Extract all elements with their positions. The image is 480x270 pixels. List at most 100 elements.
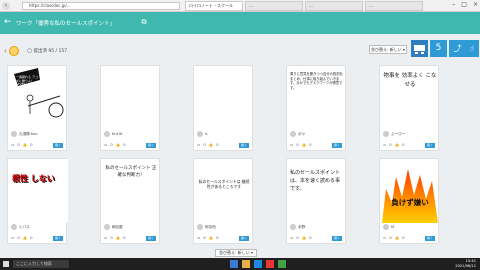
app-icon[interactable] — [278, 260, 286, 268]
comment-icon: ▭ — [383, 236, 387, 240]
author-name: M — [391, 225, 395, 229]
maximize-icon[interactable]: □ — [461, 1, 467, 8]
open-button[interactable]: 開く — [146, 236, 156, 241]
author-name: ボヤ — [298, 131, 306, 136]
comment-icon: ▭ — [290, 236, 294, 240]
class-chip[interactable]: ‹ — [4, 46, 19, 56]
comment-icon: ▭ — [290, 143, 294, 147]
close-icon[interactable]: × — [473, 1, 478, 8]
toolbar-count-button[interactable]: 5 — [430, 40, 447, 57]
author-avatar — [104, 131, 110, 137]
open-button[interactable]: 開く — [332, 236, 342, 241]
like-count: 0 — [309, 236, 312, 240]
like-count: 0 — [402, 143, 405, 147]
browser-tab[interactable]: … — [245, 1, 303, 11]
author-avatar — [11, 131, 17, 137]
like-count: 0 — [30, 236, 33, 240]
comment-icon: ▭ — [383, 143, 387, 147]
like-count: 0 — [309, 143, 312, 147]
taskbar-search-input[interactable]: ここに入力して検索 — [13, 260, 69, 268]
comment-count: 0 — [17, 143, 20, 147]
card-image-text: 負けず嫌い — [391, 198, 429, 207]
submission-card[interactable]: Kn1St ▭ 0 👍 0 開く — [100, 65, 160, 151]
browser-tab[interactable]: … — [305, 1, 363, 11]
author-avatar — [290, 131, 296, 137]
browser-tab-active[interactable]: ロイロノート・スクール — [185, 1, 243, 11]
like-icon: 👍 — [208, 143, 214, 147]
author-name: ヒバス — [19, 224, 30, 229]
folder-icon[interactable] — [242, 260, 250, 268]
like-icon: 👍 — [394, 143, 400, 147]
address-bar[interactable]: https://classdoc.jp/... — [22, 2, 180, 10]
submission-count: ◯ 提出済 95 / 157 — [27, 49, 68, 54]
comment-count: 0 — [203, 143, 206, 147]
author-name: 永野 — [298, 224, 306, 229]
bottom-sort-dropdown[interactable]: 並び替え: 新しい ▾ — [215, 249, 257, 257]
toolbar-present-button[interactable]: ☝ — [465, 40, 479, 57]
submission-bar: ‹ ◯ 提出済 95 / 157 並び替え: 新しい ▾ 5 ⤴ ☝ — [0, 34, 480, 62]
like-count: 0 — [402, 236, 405, 240]
submission-card[interactable]: 負けず嫌い M ▭ 0 👍 0 開く — [379, 158, 439, 244]
comment-count: 0 — [203, 236, 206, 240]
hand-icon: ☝ — [469, 44, 475, 53]
app-icon[interactable] — [266, 260, 274, 268]
submission-card[interactable]: 一番頼れる アコギに勝りん！ LEVER 久須郷 Kou ▭ 0 👍 0 開く — [7, 65, 67, 151]
comment-count: 0 — [296, 143, 299, 147]
os-taskbar: ここに入力して検索 15:41 2021/06/11 — [0, 258, 480, 270]
browser-tab[interactable]: … — [365, 1, 423, 11]
like-icon: 👍 — [22, 143, 28, 147]
open-button[interactable]: 開く — [425, 143, 435, 148]
comment-icon: ▭ — [104, 236, 108, 240]
card-image: 周りに意見を聞きつつ自分の役割をまとめ、仕事に取り組んでいきます。なかでもデスク… — [290, 72, 343, 90]
card-image — [101, 66, 161, 130]
chevron-left-icon[interactable]: ‹ — [4, 47, 7, 55]
open-button[interactable]: 開く — [239, 236, 249, 241]
open-button[interactable]: 開く — [239, 143, 249, 148]
windows-start-icon[interactable] — [3, 261, 9, 267]
submission-card[interactable]: A ▭ 0 👍 0 開く — [193, 65, 253, 151]
author-name: ぶーびー — [391, 131, 406, 136]
like-count: 0 — [123, 143, 126, 147]
comment-count: 0 — [17, 236, 20, 240]
browser-chrome: ‹ https://classdoc.jp/... ロイロノート・スクール … … — [0, 0, 480, 12]
card-image: 私のセールスポイントは、本を速く読める事です。 — [290, 170, 341, 192]
author-avatar — [11, 224, 17, 230]
open-button[interactable]: 開く — [53, 143, 63, 148]
submission-card[interactable]: 周りに意見を聞きつつ自分の役割をまとめ、仕事に取り組んでいきます。なかでもデスク… — [286, 65, 346, 151]
like-count: 0 — [216, 236, 219, 240]
card-image-text: 根性 しない — [12, 174, 55, 183]
like-icon: 👍 — [115, 236, 121, 240]
author-avatar — [290, 224, 296, 230]
toolbar-share-button[interactable]: ⤴ — [449, 40, 466, 57]
submission-card[interactable]: 私のセールスポイントは 継続性があるところです 阿奈西 ▭ 0 👍 0 開く — [193, 158, 253, 244]
open-button[interactable]: 開く — [146, 143, 156, 148]
like-count: 0 — [123, 236, 126, 240]
sort-dropdown[interactable]: 並び替え: 新しい ▾ — [369, 45, 407, 54]
share-icon[interactable]: ⧉ — [139, 18, 149, 28]
open-button[interactable]: 開く — [53, 236, 63, 241]
author-name: 阿奈西 — [205, 224, 216, 229]
submission-card[interactable]: 物事を 効率よく こなせる ぶーびー ▭ 0 👍 0 開く — [379, 65, 439, 151]
five-icon: 5 — [435, 43, 442, 53]
open-button[interactable]: 開く — [332, 143, 342, 148]
submission-card[interactable]: 私のセールスポイントは、本を速く読める事です。 永野 ▭ 0 👍 0 開く — [286, 158, 346, 244]
back-arrow-icon[interactable]: ‹ — [2, 2, 10, 10]
author-name: 久須郷 Kou — [19, 131, 38, 136]
comment-count: 0 — [389, 143, 392, 147]
back-arrow-icon[interactable]: ← — [4, 17, 12, 27]
submission-card[interactable]: 私のセールスポイント 正確な判断力！ 朝目藤 ▭ 0 👍 0 開く — [100, 158, 160, 244]
comment-icon: ▭ — [11, 236, 15, 240]
author-avatar — [197, 224, 203, 230]
open-button[interactable]: 開く — [425, 236, 435, 241]
minimize-icon[interactable]: – — [452, 1, 455, 8]
comment-count: 0 — [296, 236, 299, 240]
card-image: 私のセールスポイント 正確な判断力！ — [105, 166, 157, 179]
like-icon: 👍 — [301, 143, 307, 147]
comment-count: 0 — [110, 143, 113, 147]
taskview-icon[interactable] — [230, 260, 238, 268]
toolbar-list-button[interactable] — [411, 40, 428, 57]
card-image: 根性 しない — [8, 159, 68, 223]
taskbar-clock[interactable]: 15:41 2021/06/11 — [455, 259, 476, 269]
edge-icon[interactable] — [254, 260, 262, 268]
submission-card[interactable]: 根性 しない ヒバス ▭ 0 👍 0 開く — [7, 158, 68, 244]
